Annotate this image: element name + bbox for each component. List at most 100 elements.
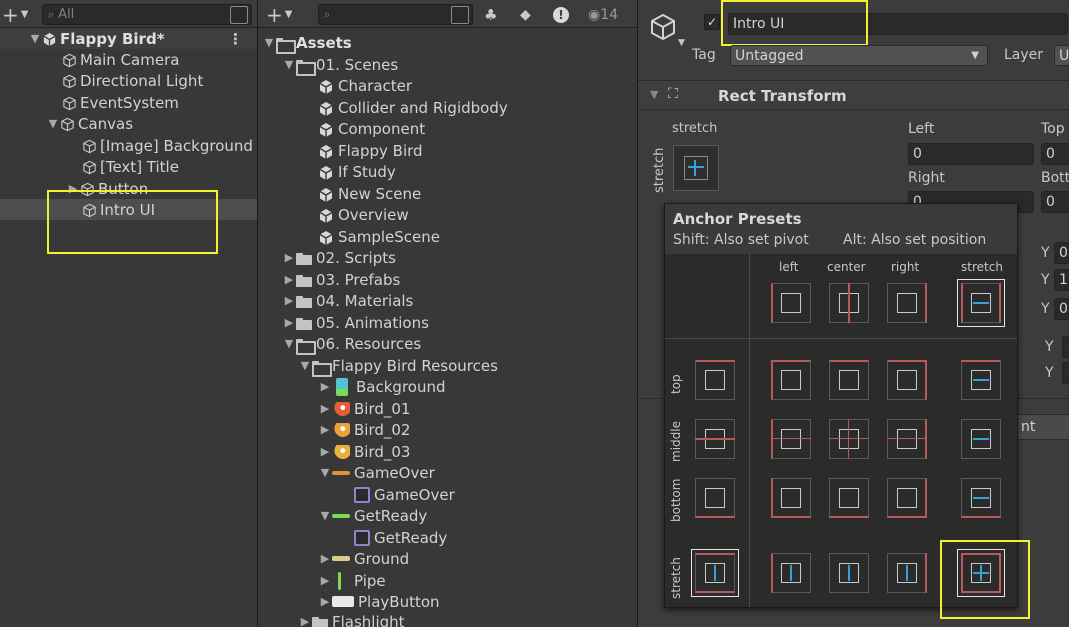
scene-asset-character[interactable]: Character [258, 75, 637, 96]
anchor-min-y-field[interactable]: 1 [1054, 269, 1069, 291]
preset-bottom-right[interactable] [887, 478, 927, 518]
scene-asset-overview[interactable]: Overview [258, 204, 637, 225]
project-item-animations[interactable]: ▶ 05. Animations [258, 312, 637, 333]
expand-arrow-icon[interactable]: ▼ [282, 337, 296, 350]
rotation-y-field[interactable] [1062, 362, 1069, 384]
scene-asset-samplescene[interactable]: SampleScene [258, 226, 637, 247]
expand-arrow-icon[interactable]: ▼ [262, 36, 276, 49]
expand-arrow-icon[interactable]: ▼ [282, 58, 296, 71]
console-warning-icon[interactable]: ! [553, 4, 569, 25]
expand-arrow-icon[interactable]: ▼ [28, 32, 42, 45]
preset-stretch-right[interactable] [887, 553, 927, 593]
project-item-flashlight[interactable]: ▶ Flashlight [258, 611, 637, 627]
expand-arrow-icon[interactable]: ▶ [282, 294, 296, 307]
expand-arrow-icon[interactable]: ▼ [318, 509, 332, 522]
preset-bottom-center[interactable] [829, 478, 869, 518]
add-component-button[interactable]: nt [1016, 414, 1069, 440]
expand-arrow-icon[interactable]: ▶ [318, 402, 332, 415]
sprite-asset-background[interactable]: ▶ Background [258, 376, 637, 397]
preset-top-stretch[interactable] [961, 360, 1001, 400]
scene-asset-flappy-bird[interactable]: Flappy Bird [258, 140, 637, 161]
bottom-field[interactable]: 0 [1041, 191, 1069, 213]
preset-none-left[interactable] [771, 283, 811, 323]
search-by-type-icon[interactable]: ♣ [484, 4, 497, 25]
preset-bottom-stretch[interactable] [961, 478, 1001, 518]
preset-top-left[interactable] [771, 360, 811, 400]
create-dropdown-button[interactable]: + ▼ [2, 3, 28, 27]
sprite-asset-ground[interactable]: ▶ Ground [258, 548, 637, 569]
rect-transform-header[interactable]: ▼ ⛶ Rect Transform [638, 80, 1069, 110]
left-field[interactable]: 0 [908, 143, 1034, 165]
hierarchy-item-directional-light[interactable]: Directional Light [0, 70, 257, 91]
sprite-asset-bird-02[interactable]: ▶ Bird_02 [258, 419, 637, 440]
search-options-icon[interactable] [451, 6, 469, 24]
top-field[interactable]: 0 [1041, 143, 1069, 165]
project-create-button[interactable]: + ▼ [266, 3, 292, 27]
sprite-asset-gameover[interactable]: ▼ GameOver [258, 462, 637, 483]
expand-arrow-icon[interactable]: ▶ [298, 615, 312, 627]
project-item-assets[interactable]: ▼ Assets [258, 32, 637, 54]
preset-middle-center[interactable] [829, 419, 869, 459]
tag-dropdown[interactable]: Untagged ▼ [730, 45, 988, 66]
active-checkbox[interactable]: ✓ [704, 14, 720, 30]
preset-stretch-none[interactable] [691, 549, 739, 597]
hierarchy-item-text-title[interactable]: [Text] Title [0, 156, 257, 177]
project-item-materials[interactable]: ▶ 04. Materials [258, 290, 637, 311]
sprite-asset-pipe[interactable]: ▶ Pipe [258, 570, 637, 591]
expand-arrow-icon[interactable]: ▶ [282, 251, 296, 264]
pivot-y-field[interactable] [1062, 336, 1069, 358]
preset-top-right[interactable] [887, 360, 927, 400]
preset-bottom-none[interactable] [695, 478, 735, 518]
scene-asset-collider[interactable]: Collider and Rigidbody [258, 97, 637, 118]
expand-arrow-icon[interactable]: ▶ [318, 552, 332, 565]
anchor-max-y-field[interactable]: 0 [1054, 298, 1069, 320]
hierarchy-item-image-background[interactable]: [Image] Background [0, 135, 257, 156]
project-item-scripts[interactable]: ▶ 02. Scripts [258, 247, 637, 268]
expand-arrow-icon[interactable]: ▶ [282, 273, 296, 286]
expand-arrow-icon[interactable]: ▶ [318, 595, 332, 608]
preset-middle-right[interactable] [887, 419, 927, 459]
scene-header-row[interactable]: ▼ Flappy Bird* ⋮ [0, 28, 257, 49]
preset-bottom-left[interactable] [771, 478, 811, 518]
expand-arrow-icon[interactable]: ▼ [318, 466, 332, 479]
scene-asset-new-scene[interactable]: New Scene [258, 183, 637, 204]
scene-menu-icon[interactable]: ⋮ [228, 30, 243, 48]
expand-arrow-icon[interactable]: ▶ [318, 380, 332, 393]
preset-stretch-center[interactable] [829, 553, 869, 593]
sprite-asset-getready[interactable]: ▼ GetReady [258, 505, 637, 526]
project-item-scenes[interactable]: ▼ 01. Scenes [258, 54, 637, 76]
sprite-asset-bird-03[interactable]: ▶ Bird_03 [258, 441, 637, 462]
expand-arrow-icon[interactable]: ▶ [282, 316, 296, 329]
preset-middle-none[interactable] [695, 419, 735, 459]
expand-arrow-icon[interactable]: ▼ [298, 359, 312, 372]
project-search-input[interactable]: ⌕ [318, 4, 473, 25]
sprite-subasset-getready[interactable]: GetReady [258, 527, 637, 548]
scene-asset-component[interactable]: Component [258, 118, 637, 139]
fold-arrow-icon[interactable]: ▼ [650, 88, 658, 101]
pos-y-field[interactable]: 0 [1054, 242, 1069, 264]
sprite-asset-playbutton[interactable]: ▶ PlayButton [258, 591, 637, 612]
hierarchy-search-input[interactable]: ⌕ All [42, 4, 252, 25]
project-item-flappy-resources[interactable]: ▼ Flappy Bird Resources [258, 355, 637, 377]
expand-arrow-icon[interactable]: ▶ [318, 423, 332, 436]
preset-none-right[interactable] [887, 283, 927, 323]
preset-middle-stretch[interactable] [961, 419, 1001, 459]
expand-arrow-icon[interactable]: ▶ [318, 574, 332, 587]
project-item-prefabs[interactable]: ▶ 03. Prefabs [258, 269, 637, 290]
layer-dropdown[interactable]: U [1054, 45, 1069, 66]
search-scene-toggle-icon[interactable] [230, 6, 248, 24]
hierarchy-item-eventsystem[interactable]: EventSystem [0, 92, 257, 113]
project-item-resources[interactable]: ▼ 06. Resources [258, 333, 637, 355]
scene-asset-if-study[interactable]: If Study [258, 161, 637, 182]
preset-none-stretch[interactable] [957, 279, 1005, 327]
sprite-subasset-gameover[interactable]: GameOver [258, 484, 637, 505]
search-by-label-icon[interactable]: ◆ [520, 4, 531, 25]
hidden-packages-toggle[interactable]: ◉ 14 [588, 4, 618, 25]
sprite-asset-bird-01[interactable]: ▶ Bird_01 [258, 398, 637, 419]
hierarchy-item-canvas[interactable]: ▼ Canvas [0, 113, 257, 134]
preset-middle-left[interactable] [771, 419, 811, 459]
preset-top-none[interactable] [695, 360, 735, 400]
expand-arrow-icon[interactable]: ▼ [46, 117, 60, 130]
expand-arrow-icon[interactable]: ▶ [318, 445, 332, 458]
preset-stretch-left[interactable] [771, 553, 811, 593]
